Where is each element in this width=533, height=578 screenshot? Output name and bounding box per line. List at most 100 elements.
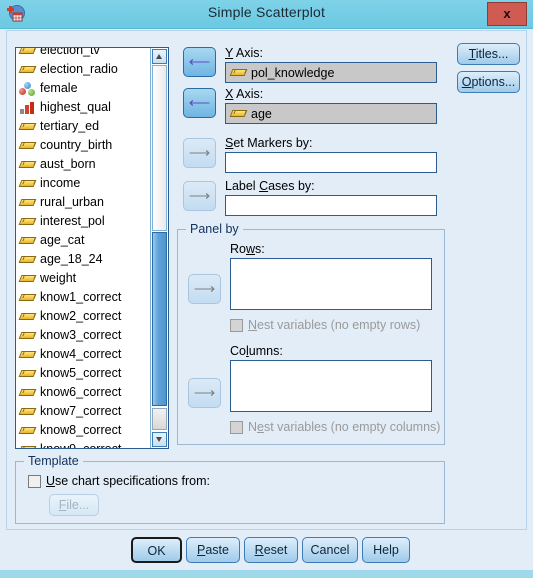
- variable-list-item[interactable]: know4_correct: [16, 345, 150, 364]
- panel-columns-text-a: Co: [230, 344, 246, 358]
- variable-name: election_tv: [40, 47, 100, 57]
- y-axis-target-field[interactable]: pol_knowledge: [225, 62, 437, 83]
- variable-list-item[interactable]: know1_correct: [16, 288, 150, 307]
- variable-list-item[interactable]: know2_correct: [16, 307, 150, 326]
- set-markers-transfer-button[interactable]: ⟶: [183, 138, 216, 168]
- variable-list-item[interactable]: rural_urban: [16, 193, 150, 212]
- panel-columns-label: Columns:: [230, 344, 283, 358]
- file-label: ile...: [66, 498, 90, 512]
- nest-rows-checkbox-row[interactable]: Nest variables (no empty rows): [230, 318, 420, 332]
- nominal-measure-icon: [19, 81, 36, 97]
- variable-list-item[interactable]: know6_correct: [16, 383, 150, 402]
- scale-measure-icon: [19, 176, 36, 192]
- options-button[interactable]: Options...: [457, 71, 520, 93]
- variable-list-item[interactable]: know9_correct: [16, 440, 150, 449]
- x-axis-target-field[interactable]: age: [225, 103, 437, 124]
- set-markers-label: Set Markers by:: [225, 136, 313, 150]
- variable-list-item[interactable]: election_tv: [16, 47, 150, 60]
- variable-list-item[interactable]: country_birth: [16, 136, 150, 155]
- nest-rows-label-text: est variables (no empty rows): [257, 318, 421, 332]
- close-button[interactable]: x: [487, 2, 527, 26]
- scale-measure-icon: [19, 309, 36, 325]
- use-chart-specs-label-text: se chart specifications from:: [55, 474, 210, 488]
- scale-measure-icon: [19, 385, 36, 401]
- variable-list-item[interactable]: highest_qual: [16, 98, 150, 117]
- paste-button[interactable]: Paste: [186, 537, 240, 563]
- variable-list-item[interactable]: know5_correct: [16, 364, 150, 383]
- titles-label: itles...: [475, 47, 509, 61]
- variable-name: know6_correct: [40, 385, 122, 399]
- scale-measure-icon: [19, 347, 36, 363]
- use-chart-specs-checkbox[interactable]: [28, 474, 41, 488]
- scale-measure-icon: [19, 138, 36, 154]
- nest-columns-text-a: N: [248, 420, 258, 434]
- template-title: Template: [24, 454, 83, 468]
- nest-columns-checkbox-row[interactable]: Nest variables (no empty columns): [230, 420, 440, 434]
- scrollbar-track[interactable]: [152, 65, 167, 231]
- template-file-button[interactable]: File...: [49, 494, 99, 516]
- scale-measure-icon: [19, 62, 36, 78]
- scroll-down-arrow-icon[interactable]: [152, 432, 167, 447]
- template-group: Template Use chart specifications from: …: [15, 454, 445, 524]
- variable-name: age_18_24: [40, 252, 103, 266]
- reset-label: eset: [263, 543, 288, 557]
- titles-button[interactable]: Titles...: [457, 43, 520, 65]
- title-bar: Simple Scatterplot x: [0, 0, 533, 29]
- variable-list-scrollbar[interactable]: [150, 48, 168, 448]
- panel-rows-label: Rows:: [230, 242, 265, 256]
- variable-name: know7_correct: [40, 404, 122, 418]
- scroll-up-arrow-icon[interactable]: [152, 49, 167, 64]
- nest-rows-mnemonic: N: [248, 318, 258, 332]
- variable-list-item[interactable]: aust_born: [16, 155, 150, 174]
- nest-rows-checkbox[interactable]: [230, 318, 243, 332]
- variable-list-item[interactable]: tertiary_ed: [16, 117, 150, 136]
- variable-list-item[interactable]: age_cat: [16, 231, 150, 250]
- panel-rows-transfer-button[interactable]: ⟶: [188, 274, 221, 304]
- cancel-button[interactable]: Cancel: [302, 537, 358, 563]
- paste-label: aste: [205, 543, 229, 557]
- x-axis-label: X Axis:: [225, 87, 263, 101]
- x-axis-transfer-button[interactable]: ⟵: [183, 88, 216, 118]
- panel-by-title: Panel by: [186, 222, 243, 236]
- help-button[interactable]: Help: [362, 537, 410, 563]
- panel-columns-field[interactable]: [230, 360, 432, 412]
- label-cases-field[interactable]: [225, 195, 437, 216]
- dialog-body: election_tv election_radio female highest_q…: [6, 30, 527, 530]
- variable-list-item[interactable]: know3_correct: [16, 326, 150, 345]
- set-markers-field[interactable]: [225, 152, 437, 173]
- nest-columns-checkbox[interactable]: [230, 420, 243, 434]
- label-cases-transfer-button[interactable]: ⟶: [183, 181, 216, 211]
- scale-measure-icon: [19, 48, 36, 59]
- scale-measure-icon: [19, 404, 36, 420]
- panel-rows-field[interactable]: [230, 258, 432, 310]
- variable-list-item[interactable]: income: [16, 174, 150, 193]
- x-axis-variable: age: [251, 106, 272, 121]
- source-variable-list[interactable]: election_tv election_radio female highest_q…: [15, 47, 169, 449]
- scrollbar-thumb[interactable]: [152, 232, 167, 406]
- variable-list-item[interactable]: know7_correct: [16, 402, 150, 421]
- panel-columns-transfer-button[interactable]: ⟶: [188, 378, 221, 408]
- set-markers-label-text: et Markers by:: [233, 136, 313, 150]
- variable-name: age_cat: [40, 233, 85, 247]
- left-arrow-icon: ⟵: [188, 53, 211, 71]
- y-axis-transfer-button[interactable]: ⟵: [183, 47, 216, 77]
- use-chart-specs-checkbox-row[interactable]: Use chart specifications from:: [28, 474, 210, 488]
- scale-measure-icon: [19, 271, 36, 287]
- variable-list-item[interactable]: interest_pol: [16, 212, 150, 231]
- y-axis-variable: pol_knowledge: [251, 65, 335, 80]
- scale-measure-icon: [19, 442, 36, 449]
- footer-strip: [0, 570, 533, 578]
- variable-list-item[interactable]: age_18_24: [16, 250, 150, 269]
- variable-list-item[interactable]: weight: [16, 269, 150, 288]
- ok-button[interactable]: OK: [131, 537, 182, 563]
- panel-by-group: Panel by ⟶ Rows: Nest variables (no empt…: [177, 222, 445, 445]
- variable-name: know8_correct: [40, 423, 122, 437]
- variable-list-item[interactable]: election_radio: [16, 60, 150, 79]
- variable-name: know3_correct: [40, 328, 122, 342]
- reset-button[interactable]: Reset: [244, 537, 298, 563]
- variable-list-item[interactable]: know8_correct: [16, 421, 150, 440]
- ordinal-measure-icon: [19, 100, 36, 116]
- scrollbar-thumb-lower[interactable]: [152, 408, 167, 430]
- variable-list-item[interactable]: female: [16, 79, 150, 98]
- nest-rows-label: Nest variables (no empty rows): [248, 318, 420, 332]
